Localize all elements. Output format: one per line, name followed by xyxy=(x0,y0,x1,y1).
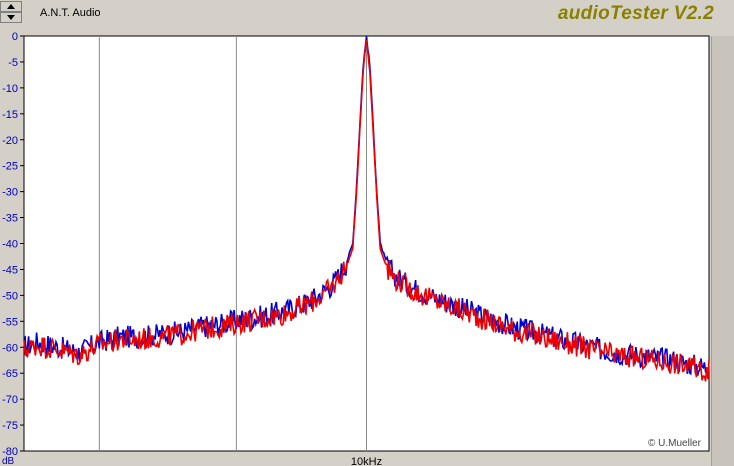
y-tick-label: -40 xyxy=(2,239,18,251)
y-tick-label: -35 xyxy=(2,213,18,225)
y-tick-label: -65 xyxy=(2,368,18,380)
credit-label: © U.Mueller xyxy=(648,438,701,449)
y-tick-label: -50 xyxy=(2,290,18,302)
y-tick-label: -45 xyxy=(2,264,18,276)
y-tick-label: -15 xyxy=(2,109,18,121)
y-tick-label: -55 xyxy=(2,316,18,328)
y-tick-label: -30 xyxy=(2,187,18,199)
y-tick-label: 0 xyxy=(12,31,18,43)
y-tick-label: -20 xyxy=(2,135,18,147)
y-tick-label: -60 xyxy=(2,342,18,354)
x-axis-label: 10kHz xyxy=(351,456,382,466)
y-tick-label: -25 xyxy=(2,161,18,173)
y-axis-unit-label: dB xyxy=(2,456,15,466)
y-tick-label: -5 xyxy=(8,57,18,69)
vertical-scrollbar[interactable] xyxy=(711,36,734,466)
y-tick-label: -75 xyxy=(2,420,18,432)
audio-tester-window: A.N.T. Audio audioTester V2.2 0 -5 -10 -15-… xyxy=(0,0,734,466)
spectrum-chart: 0 -5 -10 -15 -20 -25 -30 -35 -40 -45 -50 -55 -60 -65 -… xyxy=(2,31,710,466)
y-tick-label: -10 xyxy=(2,83,18,95)
y-tick-label: -70 xyxy=(2,394,18,406)
